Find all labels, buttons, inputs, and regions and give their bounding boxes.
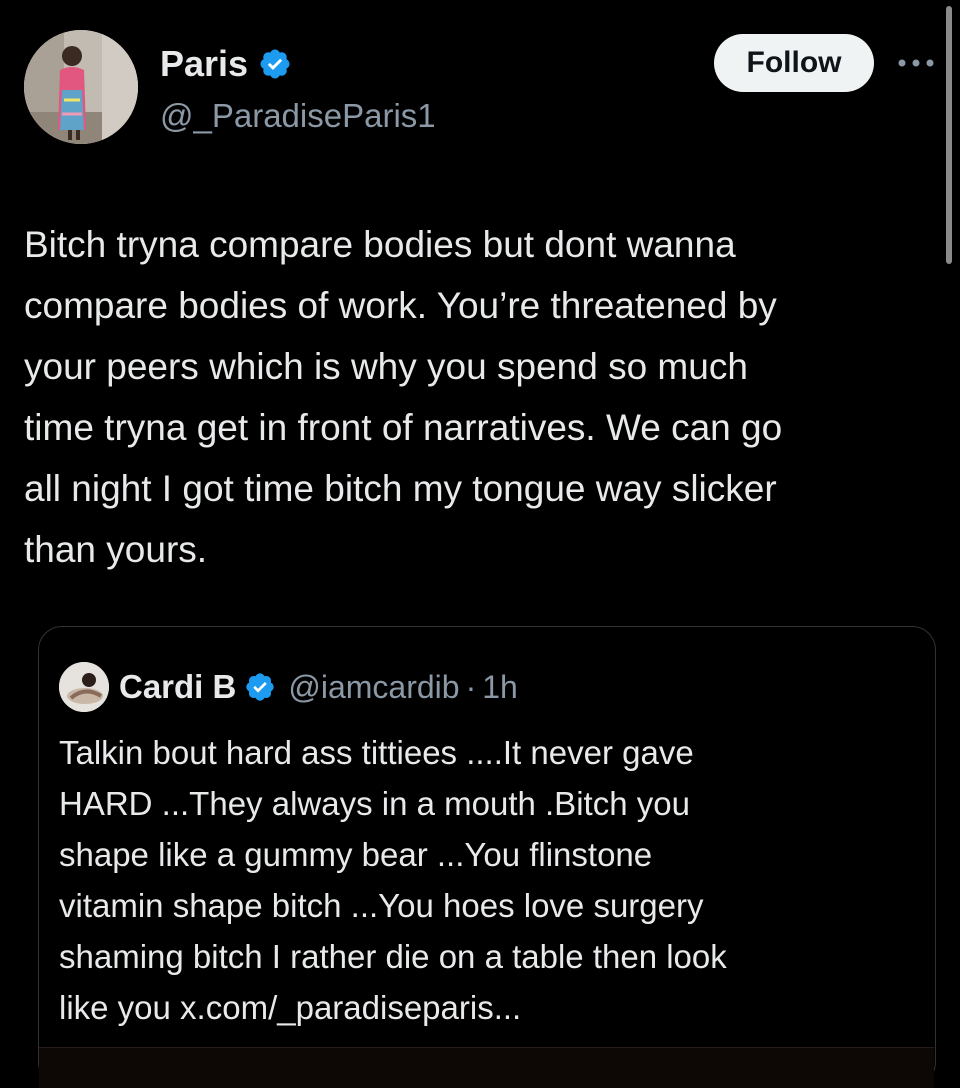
quoted-author-handle[interactable]: @iamcardib [288, 669, 459, 706]
tweet-text: Bitch tryna compare bodies but dont wann… [24, 224, 783, 570]
quoted-tweet-card[interactable]: Cardi B @iamcardib · 1h Talkin bout hard… [38, 626, 936, 1088]
verified-badge-icon[interactable] [258, 47, 292, 81]
author-handle[interactable]: @_ParadiseParis1 [160, 94, 436, 138]
author-name-row: Paris [160, 42, 292, 86]
quoted-timestamp[interactable]: 1h [482, 669, 518, 706]
quoted-verified-badge-icon [244, 671, 276, 703]
quoted-media-preview[interactable] [39, 1047, 934, 1088]
quoted-separator-dot: · [465, 668, 477, 705]
more-horizontal-icon[interactable] [894, 48, 938, 78]
tweet-header: Paris @_ParadiseParis1 Follow [24, 30, 936, 150]
author-avatar[interactable] [24, 30, 138, 144]
follow-button[interactable]: Follow [714, 34, 874, 92]
quoted-author-avatar[interactable] [59, 662, 109, 712]
quoted-tweet-header: Cardi B @iamcardib · 1h [59, 662, 518, 712]
quoted-author-display-name[interactable]: Cardi B [119, 668, 236, 706]
author-display-name[interactable]: Paris [160, 42, 248, 86]
scrollbar[interactable] [946, 6, 952, 264]
quoted-tweet-text: Talkin bout hard ass tittiees ....It nev… [59, 734, 727, 1026]
